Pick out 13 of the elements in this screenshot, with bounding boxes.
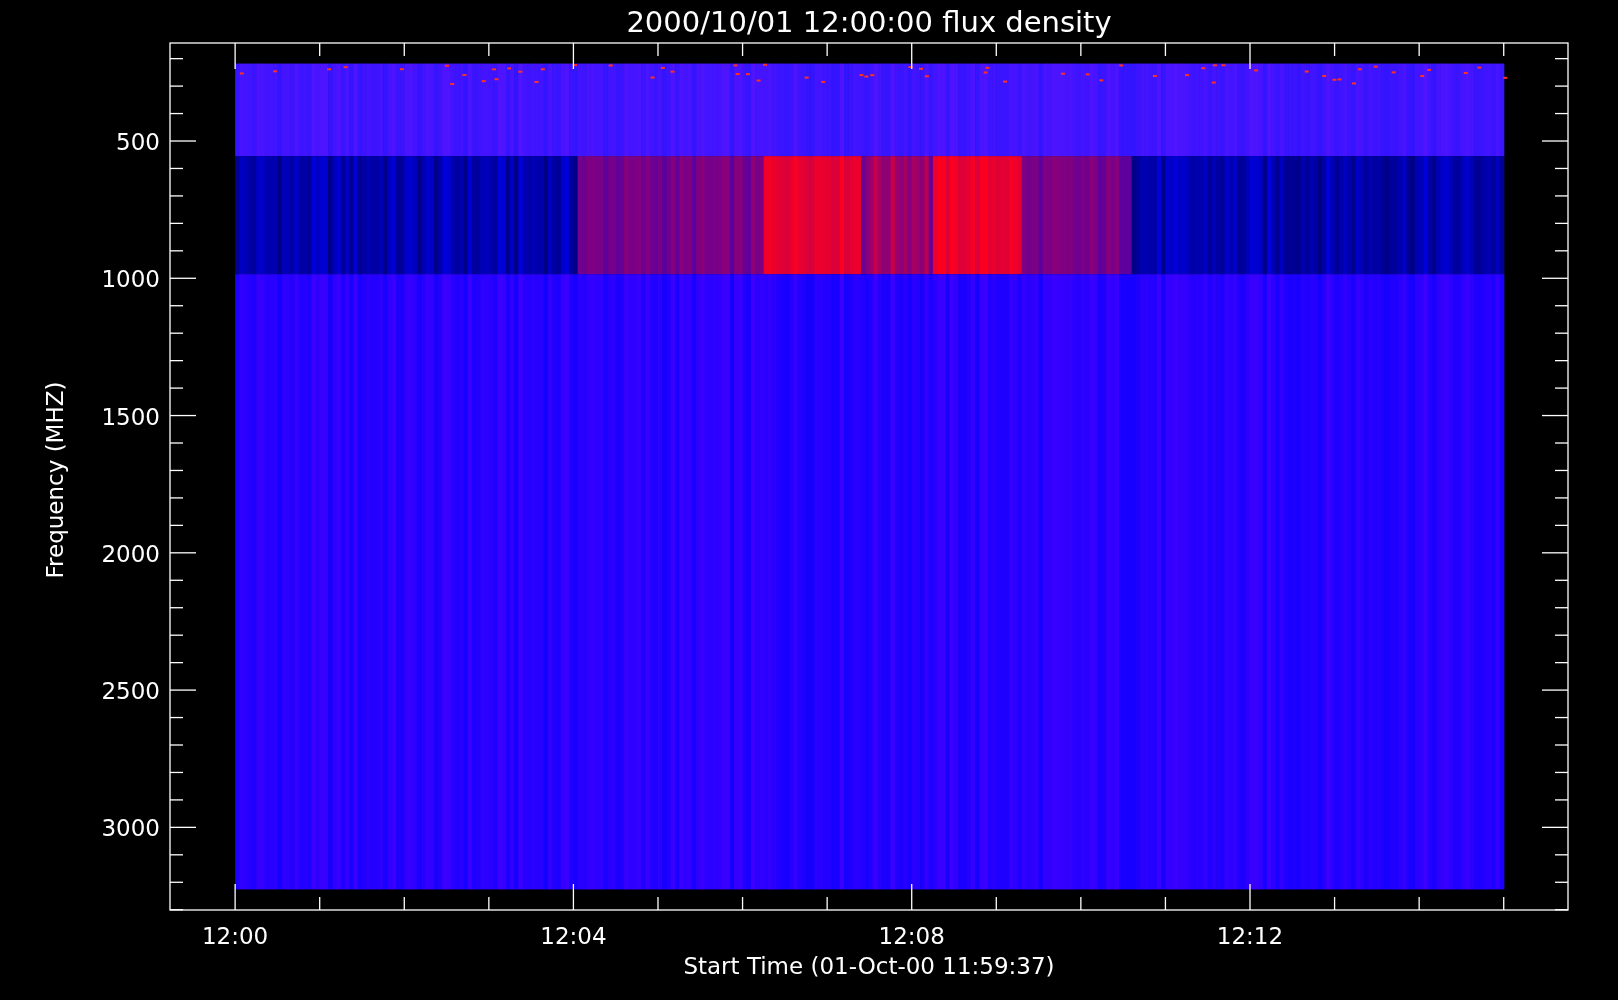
y-tick-label: 3000	[101, 815, 160, 842]
chart-title: 2000/10/01 12:00:00 flux density	[626, 5, 1112, 39]
x-axis-title: Start Time (01-Oct-00 11:59:37)	[683, 953, 1055, 979]
y-axis-title: Frequency (MHZ)	[42, 381, 68, 579]
x-tick-label: 12:08	[878, 923, 945, 949]
y-tick-label: 1000	[101, 266, 160, 293]
x-tick-label: 12:04	[540, 923, 607, 949]
y-tick-label: 1500	[101, 403, 160, 430]
y-tick-label: 2500	[101, 678, 160, 705]
x-tick-label: 12:12	[1216, 923, 1284, 949]
y-tick-label: 500	[116, 129, 160, 155]
y-tick-label: 2000	[101, 540, 160, 567]
x-tick-label: 12:00	[201, 923, 269, 949]
